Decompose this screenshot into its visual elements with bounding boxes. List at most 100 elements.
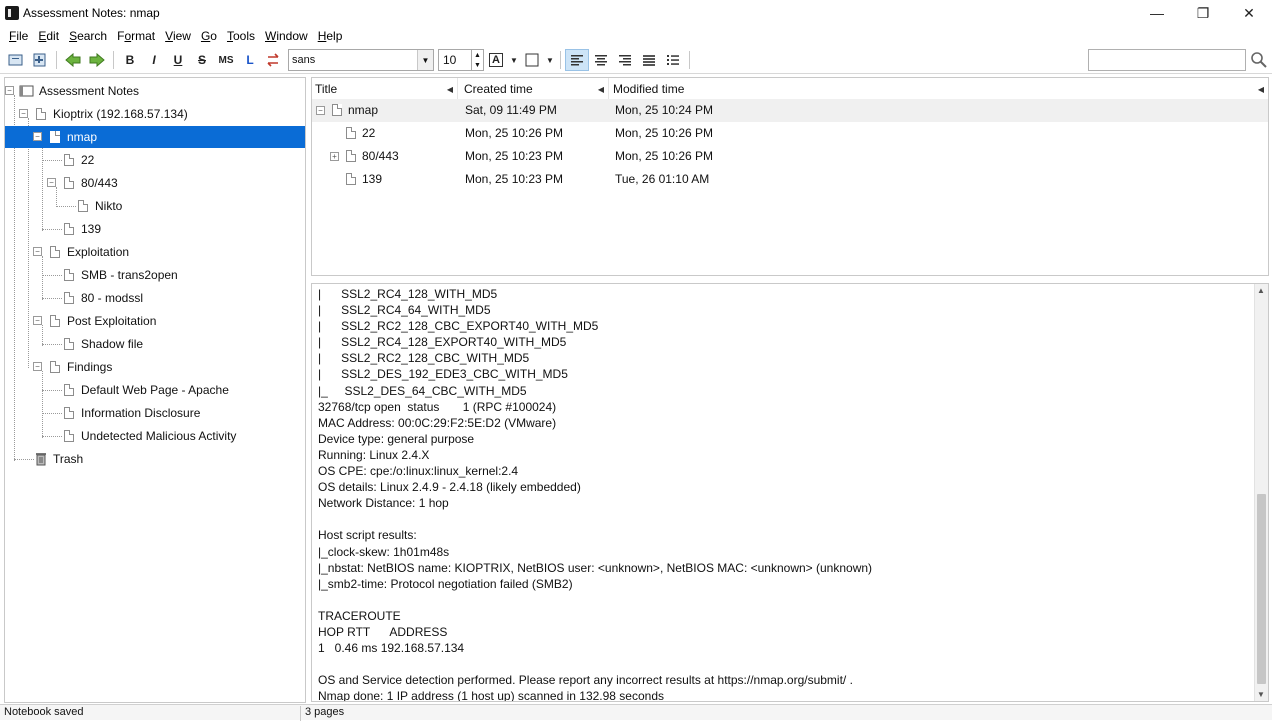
- editor-line: MAC Address: 00:0C:29:F2:5E:D2 (VMware): [318, 415, 557, 430]
- font-size-input[interactable]: 10: [438, 49, 472, 71]
- tree-item-shadow-file[interactable]: Shadow file: [5, 333, 305, 355]
- menu-help[interactable]: Help: [313, 29, 348, 43]
- tree-item-trash[interactable]: Trash: [5, 448, 305, 470]
- scrollbar-thumb[interactable]: [1257, 494, 1266, 684]
- close-button[interactable]: ✕: [1226, 0, 1272, 26]
- tree-item-post-exploitation[interactable]: − Post Exploitation: [5, 310, 305, 332]
- bold-button[interactable]: B: [118, 49, 142, 71]
- expand-icon[interactable]: +: [330, 152, 339, 161]
- monospace-button[interactable]: MS: [214, 49, 238, 71]
- chevron-down-icon[interactable]: ▼: [508, 49, 520, 71]
- strikethrough-button[interactable]: S: [190, 49, 214, 71]
- menu-tools[interactable]: Tools: [222, 29, 260, 43]
- collapse-icon[interactable]: −: [19, 109, 28, 118]
- chevron-up-icon[interactable]: ▲: [474, 52, 481, 59]
- page-list[interactable]: Title ◀ Created time ◀ Modified time ◀ − nm…: [311, 77, 1269, 276]
- new-page-button[interactable]: [28, 49, 52, 71]
- tree-item-nikto[interactable]: Nikto: [5, 195, 305, 217]
- column-header-modified[interactable]: Modified time ◀: [610, 78, 1268, 100]
- editor-line: | SSL2_RC2_128_CBC_EXPORT40_WITH_MD5: [318, 319, 599, 334]
- tree-item-information-disclosure[interactable]: Information Disclosure: [5, 402, 305, 424]
- menu-view[interactable]: View: [160, 29, 196, 43]
- toolbar-separator: [113, 51, 114, 69]
- editor-line: | SSL2_DES_192_EDE3_CBC_WITH_MD5: [318, 367, 568, 382]
- menu-window[interactable]: Window: [260, 29, 313, 43]
- font-size-stepper[interactable]: ▲ ▼: [472, 49, 484, 71]
- background-color-icon: [525, 53, 539, 67]
- new-notebook-button[interactable]: [4, 49, 28, 71]
- column-header-created[interactable]: Created time ◀: [461, 78, 609, 100]
- tree-item-smb-trans2open[interactable]: SMB - trans2open: [5, 264, 305, 286]
- list-row[interactable]: 139 Mon, 25 10:23 PM Tue, 26 01:10 AM: [312, 168, 1268, 191]
- font-family-select[interactable]: sans ▼: [288, 49, 434, 71]
- chevron-up-icon[interactable]: ▲: [1257, 286, 1265, 295]
- menu-format[interactable]: Format: [112, 29, 160, 43]
- maximize-button[interactable]: ❐: [1180, 0, 1226, 26]
- align-left-icon: [571, 55, 583, 66]
- background-color-button[interactable]: [520, 49, 544, 71]
- menu-bar: File Edit Search Format View Go Tools Wi…: [0, 26, 1272, 46]
- menu-go[interactable]: Go: [196, 29, 222, 43]
- tree-item-findings[interactable]: − Findings: [5, 356, 305, 378]
- collapse-icon[interactable]: −: [5, 86, 14, 95]
- notebook-tree[interactable]: − Assessment Notes − Kioptrix (192.168.5…: [4, 77, 306, 703]
- page-icon: [64, 407, 74, 419]
- link-button[interactable]: L: [238, 49, 262, 71]
- underline-button[interactable]: U: [166, 49, 190, 71]
- tree-item-undetected-malicious-activity[interactable]: Undetected Malicious Activity: [5, 425, 305, 447]
- search-icon[interactable]: [1250, 51, 1268, 69]
- chevron-down-icon[interactable]: ▼: [417, 50, 433, 70]
- list-row[interactable]: 22 Mon, 25 10:26 PM Mon, 25 10:26 PM: [312, 122, 1268, 145]
- column-header-title[interactable]: Title ◀: [312, 78, 458, 100]
- align-right-button[interactable]: [613, 49, 637, 71]
- minimize-button[interactable]: —: [1134, 0, 1180, 26]
- forward-button[interactable]: [85, 49, 109, 71]
- page-icon: [50, 246, 60, 258]
- collapse-icon[interactable]: −: [33, 362, 42, 371]
- editor-line: 32768/tcp open status 1 (RPC #100024): [318, 399, 557, 414]
- page-icon: [64, 223, 74, 235]
- editor-line: HOP RTT ADDRESS: [318, 624, 448, 639]
- align-left-button[interactable]: [565, 49, 589, 71]
- bullet-list-button[interactable]: [661, 49, 685, 71]
- tree-item-139[interactable]: 139: [5, 218, 305, 240]
- vertical-scrollbar[interactable]: ▲ ▼: [1254, 284, 1268, 701]
- tree-item-default-web-page[interactable]: Default Web Page - Apache: [5, 379, 305, 401]
- clear-format-button[interactable]: [262, 49, 286, 71]
- tree-item-kioptrix[interactable]: − Kioptrix (192.168.57.134): [5, 103, 305, 125]
- list-row[interactable]: + 80/443 Mon, 25 10:23 PM Mon, 25 10:26 …: [312, 145, 1268, 168]
- editor-line: | SSL2_RC4_64_WITH_MD5: [318, 303, 491, 318]
- collapse-icon[interactable]: −: [33, 132, 42, 141]
- back-button[interactable]: [61, 49, 85, 71]
- tree-item-assessment-notes[interactable]: − Assessment Notes: [5, 80, 305, 102]
- collapse-icon[interactable]: −: [33, 316, 42, 325]
- collapse-icon[interactable]: −: [33, 247, 42, 256]
- chevron-down-icon[interactable]: ▼: [1257, 690, 1265, 699]
- menu-edit[interactable]: Edit: [33, 29, 64, 43]
- status-message: Notebook saved: [4, 706, 84, 718]
- page-icon: [50, 361, 60, 373]
- collapse-icon[interactable]: −: [47, 178, 56, 187]
- align-center-button[interactable]: [589, 49, 613, 71]
- tree-item-80-443[interactable]: − 80/443: [5, 172, 305, 194]
- list-row[interactable]: − nmap Sat, 09 11:49 PM Mon, 25 10:24 PM: [312, 99, 1268, 122]
- tree-item-80-modssl[interactable]: 80 - modssl: [5, 287, 305, 309]
- text-color-button[interactable]: A: [484, 49, 508, 71]
- menu-file[interactable]: File: [4, 29, 33, 43]
- tree-item-exploitation[interactable]: − Exploitation: [5, 241, 305, 263]
- tree-item-nmap[interactable]: − nmap: [5, 126, 305, 148]
- chevron-down-icon[interactable]: ▼: [544, 49, 556, 71]
- collapse-icon[interactable]: −: [316, 106, 325, 115]
- menu-search[interactable]: Search: [64, 29, 112, 43]
- page-icon: [78, 200, 88, 212]
- note-editor[interactable]: | SSL2_RC4_128_WITH_MD5 | SSL2_RC4_64_WIT…: [311, 283, 1269, 702]
- tree-item-22[interactable]: 22: [5, 149, 305, 171]
- align-right-icon: [619, 55, 631, 66]
- search-input[interactable]: [1088, 49, 1246, 71]
- editor-text[interactable]: | SSL2_RC4_128_WITH_MD5 | SSL2_RC4_64_WIT…: [318, 286, 1248, 701]
- title-bar: Assessment Notes: nmap — ❐ ✕: [0, 0, 1272, 26]
- chevron-down-icon[interactable]: ▼: [474, 62, 481, 69]
- justify-button[interactable]: [637, 49, 661, 71]
- italic-button[interactable]: I: [142, 49, 166, 71]
